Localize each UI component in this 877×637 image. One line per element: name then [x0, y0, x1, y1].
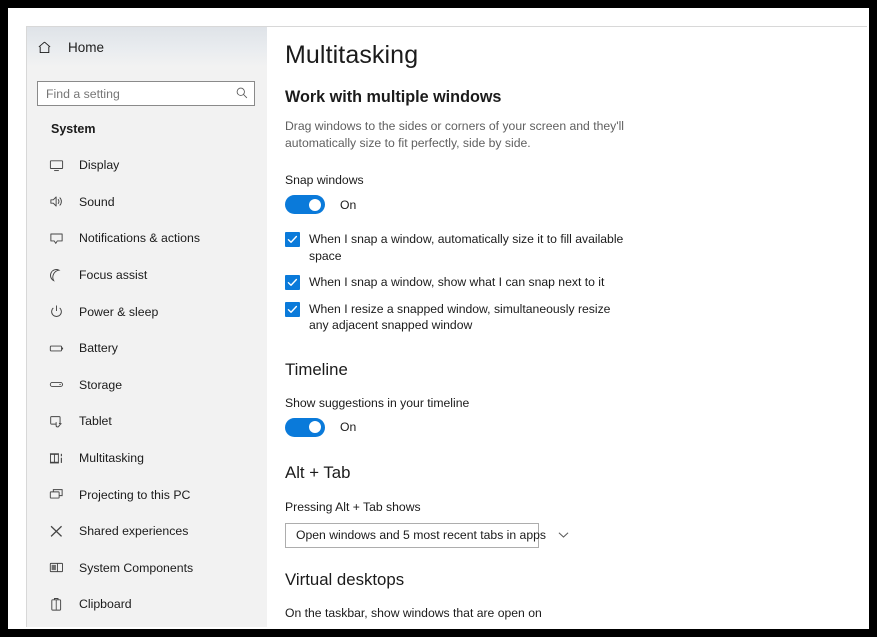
projecting-icon: [49, 486, 73, 504]
timeline-section: Timeline Show suggestions in your timeli…: [285, 360, 867, 437]
timeline-heading: Timeline: [285, 359, 348, 379]
sidebar-nav-list: Display Sound Notifications & actions Fo…: [27, 147, 267, 623]
shared-experiences-icon: [49, 522, 73, 540]
snap-windows-label: Snap windows: [285, 173, 364, 187]
settings-window: Home Find a setting System Display Sound…: [26, 26, 867, 627]
alt-tab-dropdown-value: Open windows and 5 most recent tabs in a…: [296, 528, 546, 542]
virtual-desktops-section: Virtual desktops On the taskbar, show wi…: [285, 570, 867, 628]
sidebar-item-storage[interactable]: Storage: [27, 367, 267, 404]
sidebar-item-label: Sound: [79, 194, 115, 209]
sidebar-group-label: System: [51, 122, 96, 136]
snap-checkbox-row[interactable]: When I resize a snapped window, simultan…: [285, 301, 867, 334]
toggle-knob: [309, 198, 321, 211]
alt-tab-dropdown[interactable]: Open windows and 5 most recent tabs in a…: [285, 522, 569, 548]
sidebar-item-label: Display: [79, 158, 120, 173]
sidebar-item-tablet[interactable]: Tablet: [27, 403, 267, 440]
sidebar-item-label: Storage: [79, 377, 123, 392]
checkbox-show-snap-next[interactable]: [285, 275, 300, 290]
speaker-icon: [49, 193, 73, 211]
search-placeholder: Find a setting: [46, 86, 120, 101]
timeline-toggle-state: On: [340, 420, 357, 434]
notification-icon: [49, 229, 73, 247]
snap-section-heading: Work with multiple windows: [285, 88, 502, 106]
timeline-toggle-label: Show suggestions in your timeline: [285, 395, 470, 410]
moon-icon: [49, 266, 73, 284]
alt-tab-label: Pressing Alt + Tab shows: [285, 499, 421, 514]
sidebar: Home Find a setting System Display Sound…: [27, 27, 267, 627]
screenshot-frame: Home Find a setting System Display Sound…: [0, 0, 877, 637]
sidebar-item-label: Multitasking: [79, 451, 144, 466]
sidebar-item-focus-assist[interactable]: Focus assist: [27, 257, 267, 294]
virtual-desktops-label: On the taskbar, show windows that are op…: [285, 605, 542, 620]
tablet-icon: [49, 412, 73, 430]
sidebar-item-multitasking[interactable]: Multitasking: [27, 440, 267, 477]
virtual-desktops-heading: Virtual desktops: [285, 569, 405, 589]
sidebar-item-label: Power & sleep: [79, 304, 159, 319]
sidebar-item-label: Shared experiences: [79, 524, 189, 539]
sidebar-item-label: Notifications & actions: [79, 231, 200, 246]
chevron-down-icon: [558, 531, 569, 539]
checkbox-autosize[interactable]: [285, 232, 300, 247]
timeline-toggle-row: On: [285, 417, 867, 437]
search-icon: [235, 86, 249, 100]
sidebar-item-sound[interactable]: Sound: [27, 184, 267, 221]
alt-tab-section: Alt + Tab Pressing Alt + Tab shows Open …: [285, 463, 867, 548]
main-content: Multitasking Work with multiple windows …: [267, 27, 867, 627]
storage-icon: [49, 376, 73, 394]
sidebar-item-projecting-to-this-pc[interactable]: Projecting to this PC: [27, 476, 267, 513]
clipboard-icon: [49, 595, 73, 613]
sidebar-home-label: Home: [68, 39, 105, 55]
checkbox-label: When I snap a window, show what I can sn…: [309, 275, 605, 289]
sidebar-item-label: Tablet: [79, 414, 112, 429]
snap-options-list: When I snap a window, automatically size…: [285, 231, 867, 334]
sidebar-item-label: Clipboard: [79, 597, 132, 612]
sidebar-item-clipboard[interactable]: Clipboard: [27, 586, 267, 623]
sidebar-item-battery[interactable]: Battery: [27, 330, 267, 367]
window-mat: Home Find a setting System Display Sound…: [8, 8, 869, 629]
power-icon: [49, 303, 73, 321]
timeline-suggestions-toggle[interactable]: [285, 417, 325, 437]
monitor-icon: [49, 156, 73, 174]
sidebar-item-home[interactable]: Home: [27, 27, 267, 67]
system-components-icon: [49, 559, 73, 577]
multitasking-icon: [49, 449, 73, 467]
checkbox-simultaneous-resize[interactable]: [285, 301, 300, 317]
sidebar-item-label: Focus assist: [79, 268, 148, 283]
snap-windows-toggle[interactable]: [285, 195, 325, 214]
snap-windows-toggle-row: On: [285, 195, 867, 214]
sidebar-item-display[interactable]: Display: [27, 147, 267, 184]
sidebar-item-system-components[interactable]: System Components: [27, 550, 267, 587]
sidebar-item-label: System Components: [79, 560, 194, 575]
sidebar-item-label: Projecting to this PC: [79, 487, 191, 502]
sidebar-item-notifications-actions[interactable]: Notifications & actions: [27, 220, 267, 257]
checkbox-label: When I resize a snapped window, simultan…: [309, 301, 611, 333]
snap-checkbox-row[interactable]: When I snap a window, automatically size…: [285, 231, 867, 264]
search-input[interactable]: Find a setting: [37, 81, 255, 106]
page-title: Multitasking: [285, 41, 419, 69]
checkbox-label: When I snap a window, automatically size…: [309, 232, 624, 263]
sidebar-item-shared-experiences[interactable]: Shared experiences: [27, 513, 267, 550]
snap-checkbox-row[interactable]: When I snap a window, show what I can sn…: [285, 274, 867, 291]
home-icon: [37, 40, 63, 55]
snap-windows-toggle-state: On: [340, 197, 357, 212]
snap-section-description: Drag windows to the sides or corners of …: [285, 119, 625, 150]
sidebar-item-label: Battery: [79, 341, 118, 356]
sidebar-item-power-sleep[interactable]: Power & sleep: [27, 293, 267, 330]
battery-icon: [49, 339, 73, 357]
search-container: Find a setting: [37, 81, 255, 106]
alt-tab-heading: Alt + Tab: [285, 462, 351, 482]
toggle-knob: [309, 421, 321, 433]
